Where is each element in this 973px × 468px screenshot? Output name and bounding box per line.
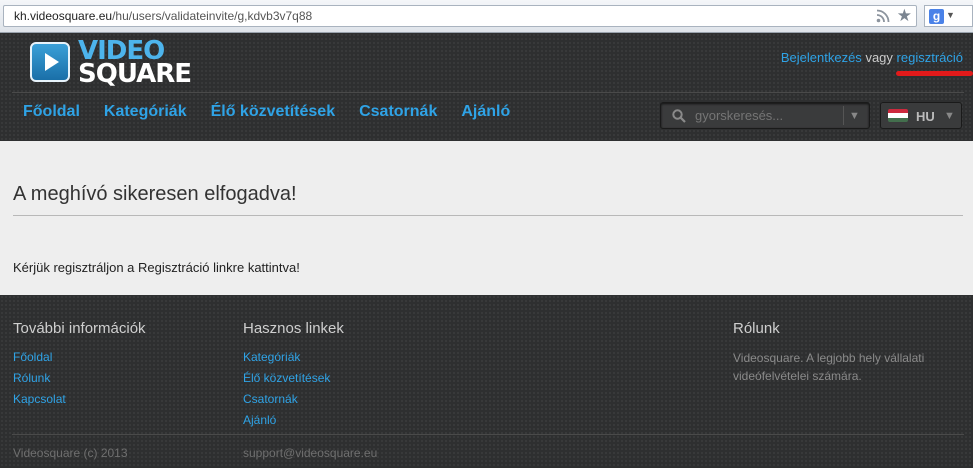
site-footer: További információk Főoldal Rólunk Kapcs… [0, 295, 973, 468]
nav-item-categories[interactable]: Kategóriák [104, 103, 187, 121]
search-engine-box[interactable]: g ▼ [924, 5, 973, 27]
register-link[interactable]: regisztráció [897, 50, 963, 65]
url-path: /hu/users/validateinvite/g,kdvb3v7q88 [112, 9, 313, 23]
footer-link-contact[interactable]: Kapcsolat [13, 392, 66, 406]
main-content: A meghívó sikeresen elfogadva! Kérjük re… [0, 141, 973, 295]
nav-item-home[interactable]: Főoldal [23, 103, 80, 121]
footer-col-links: Hasznos linkek Kategóriák Élő közvetítés… [243, 320, 344, 433]
search-separator [843, 106, 844, 125]
info-message: Kérjük regisztráljon a Regisztráció link… [13, 260, 300, 275]
language-select[interactable]: HU ▼ [880, 102, 962, 129]
page-title: A meghívó sikeresen elfogadva! [13, 183, 297, 205]
address-bar[interactable]: kh.videosquare.eu/hu/users/validateinvit… [3, 5, 917, 27]
copyright: Videosquare (c) 2013 [13, 446, 128, 460]
header-divider [12, 92, 964, 93]
auth-links: Bejelentkezés vagy regisztráció [781, 50, 963, 65]
search-icon[interactable] [672, 109, 686, 123]
nav-item-channels[interactable]: Csatornák [359, 103, 437, 121]
footer-link-channels[interactable]: Csatornák [243, 392, 298, 406]
footer-link-about[interactable]: Rólunk [13, 371, 50, 385]
hungary-flag-icon [888, 109, 908, 122]
language-label: HU [916, 109, 935, 124]
footer-divider [12, 434, 964, 435]
rss-icon[interactable] [876, 9, 890, 23]
chevron-down-icon[interactable]: ▼ [944, 110, 955, 122]
about-text: Videosquare. A legjobb hely vállalati vi… [733, 351, 925, 383]
footer-link-home[interactable]: Főoldal [13, 350, 52, 364]
search-input[interactable] [695, 108, 835, 123]
quick-search: ▼ [660, 102, 870, 129]
nav-item-live[interactable]: Élő közvetítések [211, 103, 336, 121]
support-email[interactable]: support@videosquare.eu [243, 446, 377, 460]
chevron-down-icon[interactable]: ▼ [946, 10, 955, 20]
annotation-underline [896, 71, 973, 76]
url-text: kh.videosquare.eu/hu/users/validateinvit… [14, 9, 312, 23]
play-icon [30, 42, 70, 82]
chevron-down-icon[interactable]: ▼ [849, 110, 860, 122]
footer-link-categories[interactable]: Kategóriák [243, 350, 300, 364]
footer-col-about: Rólunk Videosquare. A legjobb hely válla… [733, 320, 933, 385]
footer-link-recommended[interactable]: Ajánló [243, 413, 276, 427]
footer-col-title: További információk [13, 320, 146, 337]
login-link[interactable]: Bejelentkezés [781, 50, 862, 65]
bookmark-star-icon[interactable]: ★ [897, 7, 912, 25]
title-divider [13, 215, 963, 216]
footer-col-title: Rólunk [733, 320, 780, 337]
nav-item-recommended[interactable]: Ajánló [461, 103, 510, 121]
logo-text-square: SQUARE [78, 59, 192, 89]
footer-col-info: További információk Főoldal Rólunk Kapcs… [13, 320, 146, 412]
site-logo[interactable]: VIDEO SQUARE [30, 38, 195, 89]
main-nav: Főoldal Kategóriák Élő közvetítések Csat… [23, 103, 510, 121]
google-icon[interactable]: g [929, 9, 944, 24]
footer-link-live[interactable]: Élő közvetítések [243, 371, 330, 385]
or-text: vagy [865, 50, 893, 65]
footer-col-title: Hasznos linkek [243, 320, 344, 337]
browser-toolbar: kh.videosquare.eu/hu/users/validateinvit… [0, 0, 973, 33]
site-header: VIDEO SQUARE Bejelentkezés vagy regisztr… [0, 33, 973, 141]
url-host: kh.videosquare.eu [14, 9, 113, 23]
